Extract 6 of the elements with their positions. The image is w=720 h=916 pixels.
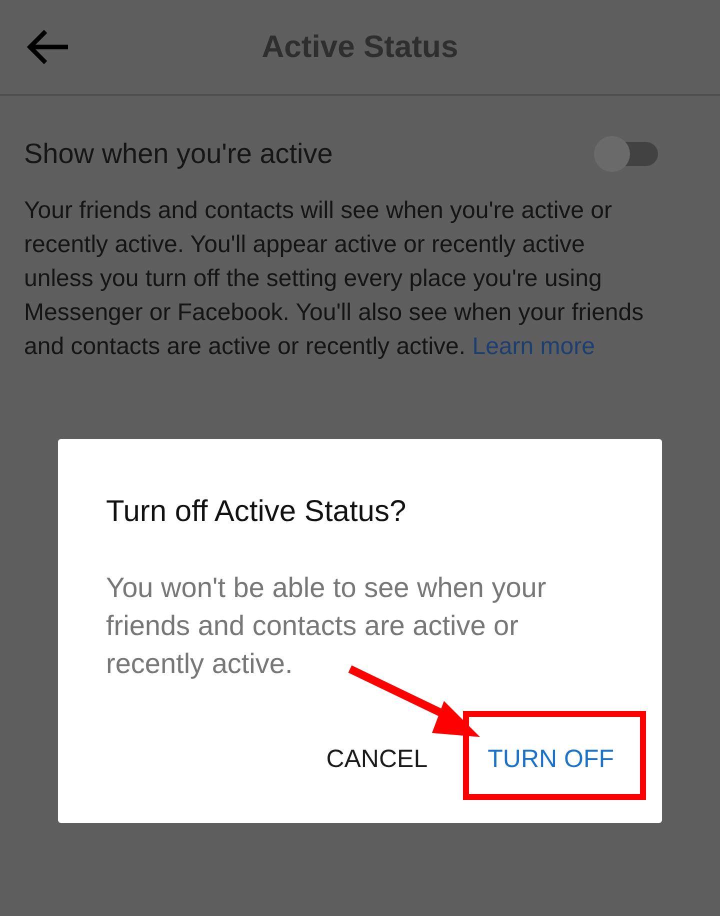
description-text: Your friends and contacts will see when you're active or recently active. You'll appear active or recently active unless you turn off the setting every place you're using Messenger or Facebook. You'll also see when your friends and contacts are active or recently active. Learn more [24,196,645,362]
dialog-title: Turn off Active Status? [106,495,408,529]
cancel-button[interactable]: CANCEL [316,737,438,782]
turn-off-button[interactable]: TURN OFF [478,737,624,782]
dialog-message: You won't be able to see when your friends and contacts are active or recently active. [106,571,548,681]
setting-label: Show when you're active [24,138,333,170]
